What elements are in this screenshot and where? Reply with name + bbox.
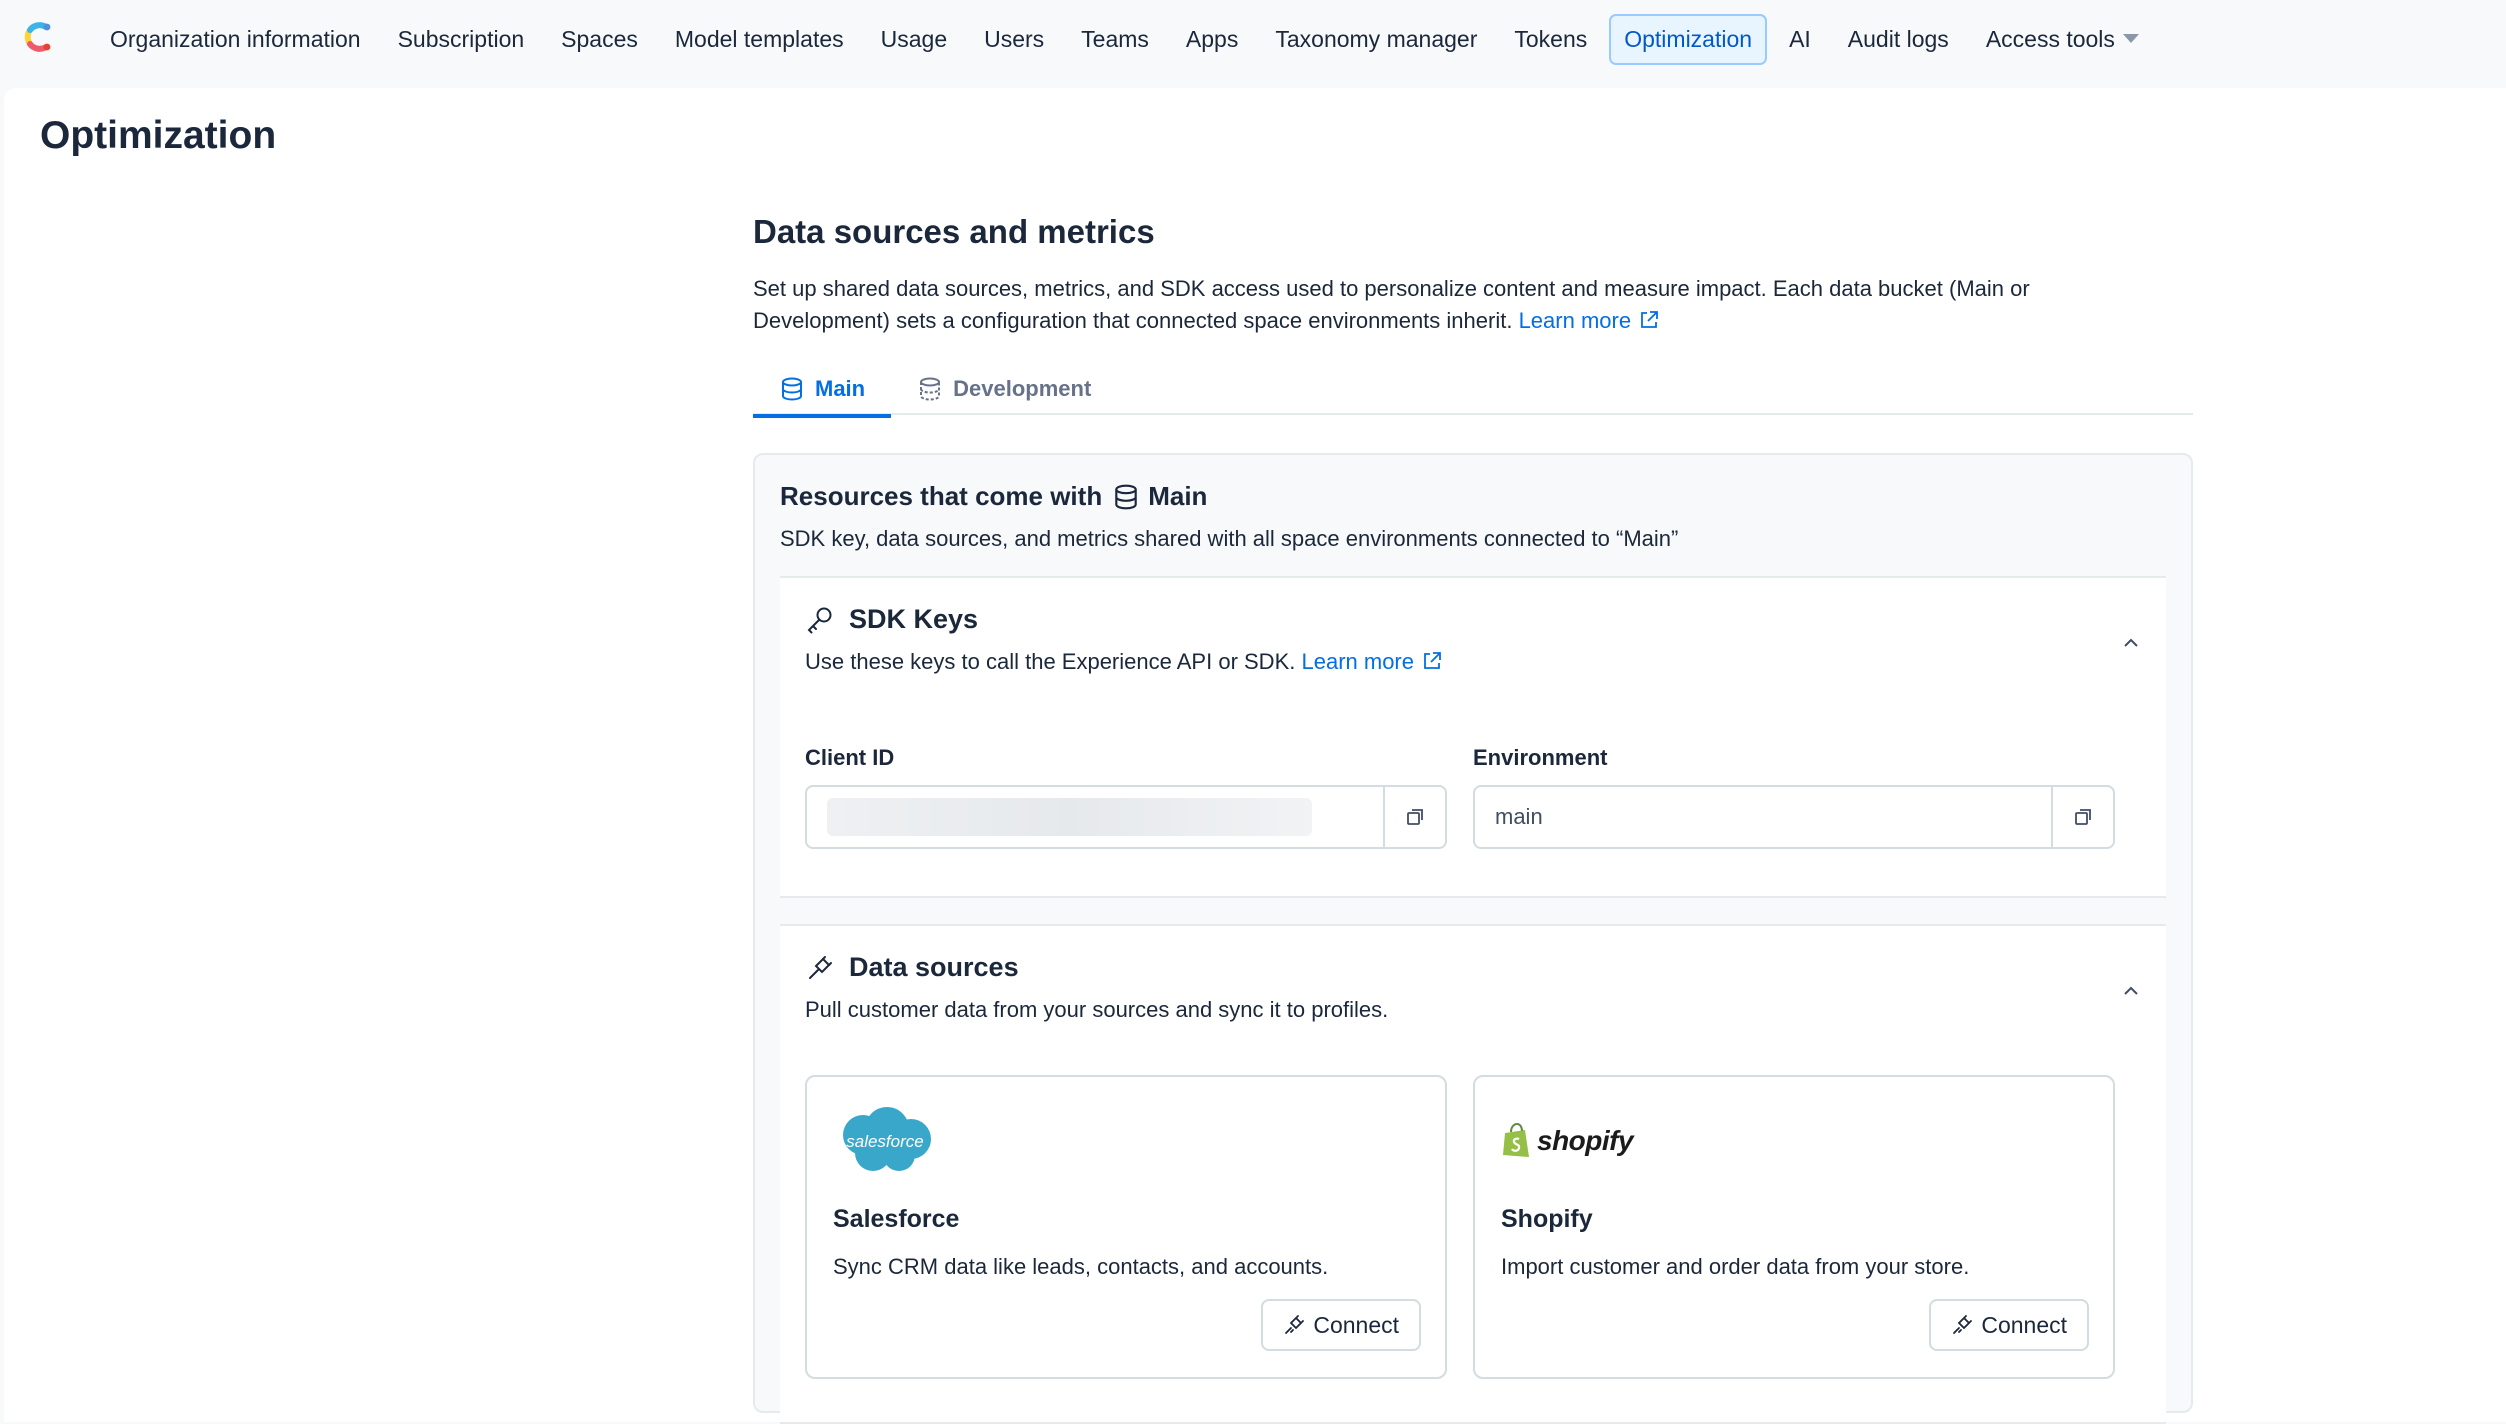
- sdk-keys-description-text: Use these keys to call the Experience AP…: [805, 649, 1296, 674]
- svg-text:salesforce: salesforce: [846, 1132, 923, 1151]
- client-id-input[interactable]: [807, 787, 1383, 847]
- sdk-keys-description: Use these keys to call the Experience AP…: [805, 649, 2141, 675]
- data-sources-header: Data sources: [805, 926, 2141, 983]
- nav-item-organization-information[interactable]: Organization information: [95, 14, 376, 65]
- section-description-text: Set up shared data sources, metrics, and…: [753, 276, 2030, 333]
- nav-item-usage[interactable]: Usage: [866, 14, 962, 65]
- top-navigation: Organization information Subscription Sp…: [0, 0, 2506, 78]
- app-logo[interactable]: [16, 16, 58, 58]
- salesforce-card: salesforce Salesforce Sync CRM data like…: [805, 1075, 1447, 1379]
- salesforce-name: Salesforce: [833, 1205, 960, 1233]
- sdk-keys-header: SDK Keys: [805, 578, 2141, 635]
- nav-item-audit-logs[interactable]: Audit logs: [1833, 14, 1964, 65]
- resources-description: SDK key, data sources, and metrics share…: [780, 526, 1679, 551]
- resources-bucket-name: Main: [1148, 481, 1208, 511]
- plug-icon: [1953, 1315, 1973, 1334]
- tab-main[interactable]: Main: [753, 363, 892, 418]
- tab-development-label: Development: [953, 376, 1092, 401]
- salesforce-description: Sync CRM data like leads, contacts, and …: [833, 1254, 1329, 1279]
- key-icon: [807, 607, 832, 633]
- copy-icon: [2075, 809, 2091, 825]
- environment-field: Environment main: [1473, 745, 2115, 849]
- nav-menu: Organization information Subscription Sp…: [95, 0, 2161, 78]
- external-link-icon: [1641, 311, 1658, 328]
- copy-icon: [1407, 809, 1423, 825]
- external-link-icon: [1424, 652, 1441, 669]
- salesforce-connect-label: Connect: [1313, 1311, 1399, 1338]
- data-sources-panel: Data sources Pull customer data from you…: [780, 924, 2166, 1424]
- chevron-up-icon[interactable]: [2120, 632, 2142, 654]
- environment-input-wrap: main: [1473, 785, 2115, 849]
- shopify-logo: shopify: [1501, 1105, 2087, 1177]
- redacted-value: [827, 798, 1312, 836]
- page-title: Optimization: [40, 114, 277, 157]
- main-content: Data sources and metrics Set up shared d…: [753, 213, 2193, 1424]
- nav-item-tokens[interactable]: Tokens: [1499, 14, 1602, 65]
- data-source-cards: salesforce Salesforce Sync CRM data like…: [805, 1075, 2141, 1379]
- bucket-tabs: Main Development: [753, 363, 2193, 418]
- chevron-up-icon[interactable]: [2120, 980, 2142, 1002]
- sdk-learn-more-label: Learn more: [1301, 649, 1414, 674]
- salesforce-cloud-icon: salesforce: [843, 1107, 931, 1171]
- shopify-bag-icon: [1503, 1123, 1529, 1157]
- data-sources-description: Pull customer data from your sources and…: [805, 997, 1389, 1022]
- database-dev-icon: [920, 377, 941, 401]
- nav-item-users[interactable]: Users: [969, 14, 1059, 65]
- client-id-input-wrap: [805, 785, 1447, 849]
- data-sources-title: Data sources: [849, 952, 1019, 982]
- shopify-name: Shopify: [1501, 1205, 1593, 1233]
- tab-main-label: Main: [815, 376, 866, 401]
- copy-environment-button[interactable]: [2051, 787, 2113, 847]
- shopify-description: Import customer and order data from your…: [1501, 1254, 1970, 1279]
- sdk-keys-title: SDK Keys: [849, 604, 979, 634]
- copy-client-id-button[interactable]: [1383, 787, 1445, 847]
- nav-item-optimization[interactable]: Optimization: [1609, 13, 1768, 65]
- learn-more-label: Learn more: [1518, 308, 1632, 333]
- shopify-connect-button[interactable]: Connect: [1929, 1299, 2089, 1351]
- nav-item-subscription[interactable]: Subscription: [383, 14, 540, 65]
- plug-icon: [1285, 1315, 1305, 1334]
- shopify-wordmark: shopify: [1537, 1125, 1634, 1156]
- nav-item-model-templates[interactable]: Model templates: [660, 14, 859, 65]
- nav-item-apps[interactable]: Apps: [1171, 14, 1253, 65]
- caret-down-icon: [2122, 33, 2139, 43]
- nav-item-teams[interactable]: Teams: [1066, 14, 1164, 65]
- client-id-field: Client ID: [805, 745, 1447, 849]
- salesforce-logo: salesforce: [833, 1105, 1419, 1177]
- database-icon: [782, 377, 802, 401]
- sdk-learn-more-link[interactable]: Learn more: [1301, 649, 1442, 674]
- shopify-card: shopify Shopify Import customer and orde…: [1473, 1075, 2115, 1379]
- database-icon: [1115, 484, 1137, 509]
- environment-label: Environment: [1473, 745, 1608, 770]
- resources-card: Resources that come with Main SDK key, d…: [753, 453, 2193, 1424]
- shopify-connect-label: Connect: [1981, 1311, 2067, 1338]
- nav-item-taxonomy-manager[interactable]: Taxonomy manager: [1260, 14, 1492, 65]
- page-panel: Optimization Data sources and metrics Se…: [4, 88, 2506, 1424]
- nav-item-ai[interactable]: AI: [1774, 14, 1826, 65]
- section-title: Data sources and metrics: [753, 213, 1155, 250]
- plug-icon: [809, 955, 832, 979]
- sdk-keys-panel: SDK Keys Use these keys to call the Expe…: [780, 576, 2166, 898]
- nav-item-spaces[interactable]: Spaces: [546, 14, 653, 65]
- section-description: Set up shared data sources, metrics, and…: [753, 273, 2133, 337]
- tab-development[interactable]: Development: [891, 363, 1117, 415]
- learn-more-link[interactable]: Learn more: [1519, 308, 1660, 333]
- sdk-fields: Client ID Environment main: [805, 745, 2141, 849]
- salesforce-connect-button[interactable]: Connect: [1261, 1299, 1421, 1351]
- nav-item-access-tools[interactable]: Access tools: [1971, 14, 2154, 65]
- client-id-label: Client ID: [805, 745, 895, 770]
- environment-input[interactable]: main: [1475, 787, 2051, 847]
- resources-title-prefix: Resources that come with: [780, 481, 1103, 511]
- nav-item-access-tools-label: Access tools: [1985, 25, 2115, 52]
- resources-title: Resources that come with Main: [780, 481, 2166, 512]
